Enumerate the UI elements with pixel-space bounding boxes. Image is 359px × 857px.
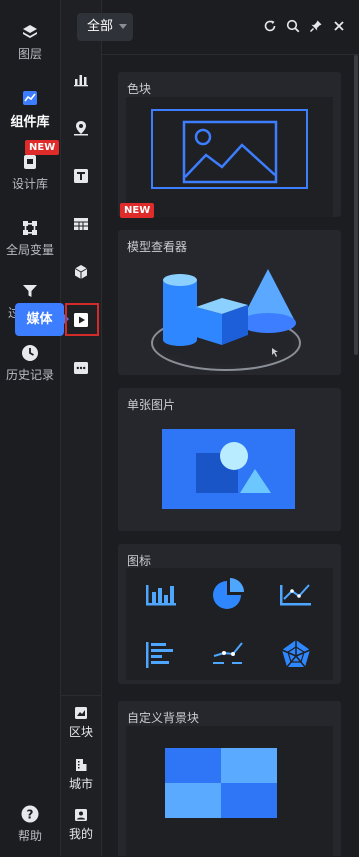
3d-model-icon	[151, 269, 301, 371]
new-badge: NEW	[25, 140, 60, 155]
search-icon[interactable]	[286, 19, 300, 33]
caret-down-icon	[119, 24, 127, 29]
pin-icon[interactable]	[309, 19, 323, 33]
close-icon[interactable]	[332, 19, 346, 33]
image-placeholder-icon	[151, 109, 308, 189]
card-title: 图标	[127, 554, 152, 568]
category-city-label: 城市	[68, 777, 93, 791]
my-icon	[75, 809, 87, 821]
card-preview	[126, 726, 333, 856]
filter-dropdown[interactable]: 全部	[77, 13, 133, 41]
category-my[interactable]: 我的	[61, 808, 101, 842]
global-variable-icon	[23, 221, 37, 235]
nav-item-label: 帮助	[17, 829, 42, 843]
card-title: 自定义背景块	[127, 711, 200, 725]
card-title: 单张图片	[127, 398, 176, 412]
component-library-icon	[23, 91, 37, 105]
category-my-label: 我的	[68, 827, 93, 841]
cube-icon	[74, 265, 88, 279]
history-icon	[22, 345, 38, 361]
media-highlight-box	[65, 303, 99, 336]
nav-item-label: 组件库	[10, 115, 50, 130]
category-text[interactable]	[71, 166, 91, 186]
category-chart[interactable]	[71, 70, 91, 90]
component-card[interactable]: 单张图片	[118, 388, 341, 531]
line-chart-icon	[280, 584, 311, 606]
nav-item-components[interactable]: 组件库	[0, 88, 60, 130]
bar-chart-icon	[146, 585, 176, 606]
card-preview	[126, 97, 333, 217]
card-title: 模型查看器	[127, 240, 188, 254]
scatter-line-icon	[213, 642, 243, 664]
category-city[interactable]: 城市	[61, 758, 101, 792]
nav-item-history[interactable]: 历史记录	[0, 343, 60, 383]
chart-icons-preview	[146, 578, 311, 668]
card-preview	[126, 255, 333, 373]
radar-chart-icon	[281, 640, 311, 668]
main-nav: 图层 组件库 设计库 NEW 全局变量 过 历史记录 ? 帮助	[0, 0, 61, 856]
card-preview	[126, 413, 333, 531]
category-column-bottom: 区块 城市 我的	[61, 695, 101, 857]
nav-item-label: 设计库	[11, 177, 48, 191]
category-block[interactable]: 区块	[61, 706, 101, 740]
more-icon	[74, 362, 88, 374]
nav-item-label: 图层	[17, 47, 42, 61]
nav-item-design-library[interactable]: 设计库 NEW	[0, 140, 60, 192]
nav-item-label: 历史记录	[5, 368, 54, 382]
component-card[interactable]: 色块 NEW	[118, 72, 341, 218]
filter-icon	[23, 285, 37, 297]
card-title: 色块	[127, 82, 152, 96]
background-block-icon	[165, 748, 277, 818]
nav-item-global-variables[interactable]: 全局变量	[0, 218, 60, 258]
horizontal-bar-icon	[146, 642, 173, 668]
nav-item-help[interactable]: ? 帮助	[0, 804, 60, 844]
nav-item-layers[interactable]: 图层	[0, 22, 60, 62]
category-3d[interactable]	[71, 262, 91, 282]
filter-dropdown-value: 全部	[87, 19, 114, 34]
layers-icon	[23, 25, 37, 38]
image-icon	[162, 429, 295, 509]
pie-chart-icon	[213, 578, 244, 609]
scrollbar[interactable]	[354, 55, 358, 355]
category-map[interactable]	[71, 118, 91, 138]
table-icon	[74, 218, 88, 230]
card-preview	[126, 568, 333, 680]
panel-header: 全部	[77, 0, 359, 55]
component-list: 色块 NEW 模型查看器 单张图片 图标 自定义背景块	[102, 55, 350, 856]
component-card[interactable]: 自定义背景块	[118, 701, 341, 856]
new-badge: NEW	[120, 203, 155, 218]
category-more[interactable]	[71, 358, 91, 378]
city-icon	[76, 759, 87, 771]
chart-icon	[74, 75, 88, 87]
component-card[interactable]: 图标	[118, 544, 341, 684]
svg-text:?: ?	[27, 808, 34, 822]
nav-item-label: 全局变量	[5, 243, 54, 257]
design-library-icon	[24, 155, 36, 169]
media-tooltip: 媒体	[15, 303, 64, 336]
category-block-label: 区块	[68, 725, 93, 739]
text-icon	[74, 169, 88, 183]
help-icon: ?	[21, 805, 39, 823]
block-icon	[75, 707, 87, 719]
category-table[interactable]	[71, 214, 91, 234]
map-pin-icon	[74, 121, 88, 136]
refresh-icon[interactable]	[263, 19, 277, 33]
component-card[interactable]: 模型查看器	[118, 230, 341, 375]
